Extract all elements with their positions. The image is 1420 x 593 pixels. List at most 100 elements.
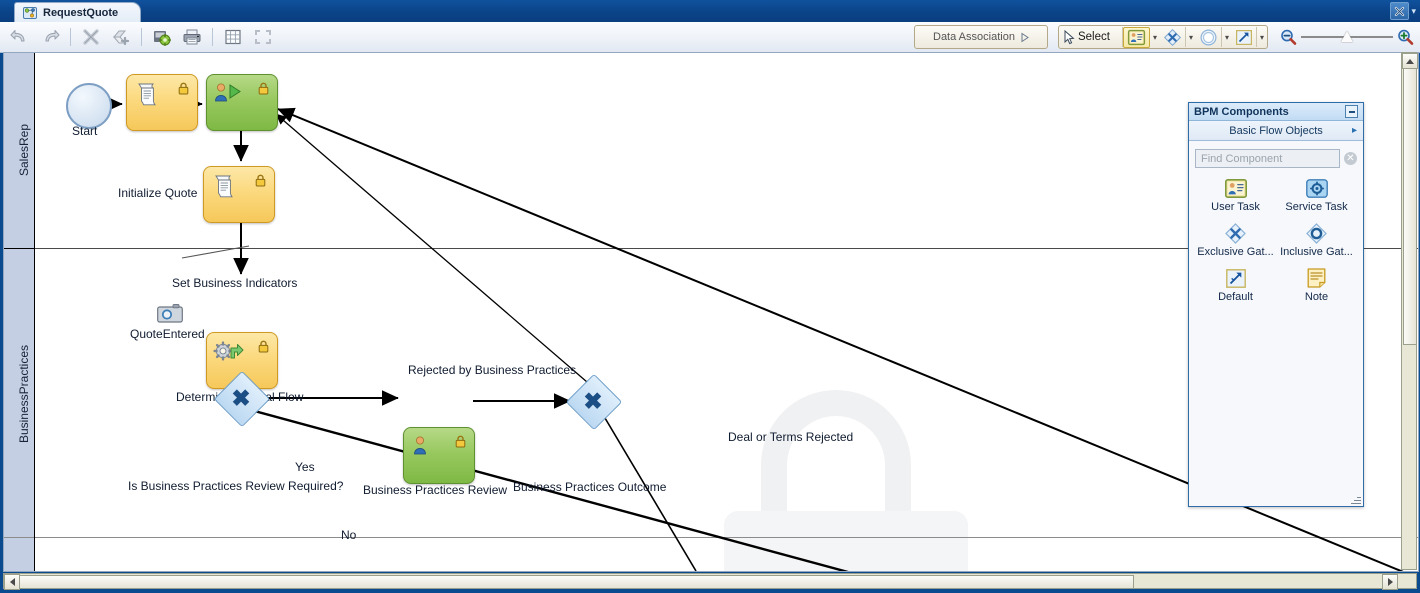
user-task-icon	[1127, 29, 1146, 45]
palette-item-label: Service Task	[1285, 201, 1348, 213]
scroll-right-button[interactable]	[1382, 574, 1398, 590]
triangle-left-icon	[9, 578, 15, 586]
user-task-caret-icon[interactable]: ▾	[1150, 33, 1160, 42]
lane-label-salesrep: SalesRep	[17, 123, 31, 177]
resize-grip-icon[interactable]	[1351, 494, 1361, 504]
window-buttons: ▾	[1390, 2, 1416, 20]
palette-item-label: Note	[1304, 291, 1329, 303]
start-event[interactable]	[66, 83, 112, 129]
task-set-business-indicators-label: Set Business Indicators	[172, 276, 298, 290]
event-tool[interactable]	[1196, 27, 1222, 47]
lane-header-column: SalesRep BusinessPractices	[4, 53, 35, 571]
flow-caret-icon[interactable]: ▾	[1257, 33, 1267, 42]
lock-icon	[258, 340, 269, 353]
zoom-in-button[interactable]	[1397, 29, 1414, 46]
snapshot-quote-entered[interactable]	[157, 303, 183, 323]
vertical-scroll-thumb[interactable]	[1403, 68, 1417, 345]
deploy-icon	[153, 31, 171, 46]
lock-icon	[255, 174, 266, 187]
palette-item-service-task[interactable]: Service Task	[1276, 177, 1357, 213]
lock-icon	[258, 82, 269, 95]
close-button[interactable]	[1390, 2, 1410, 20]
palette-item-exclusive-gateway[interactable]: Exclusive Gat...	[1195, 222, 1276, 258]
palette-item-note[interactable]: Note	[1276, 267, 1357, 303]
scroll-up-button[interactable]	[1402, 53, 1418, 69]
event-caret-icon[interactable]: ▾	[1222, 33, 1232, 42]
exclusive-gateway-icon	[1195, 222, 1276, 244]
palette-item-default-flow[interactable]: Default	[1195, 267, 1276, 303]
panel-title: BPM Components	[1194, 105, 1289, 118]
grid-icon	[225, 29, 241, 45]
x-delete-icon	[83, 29, 99, 45]
bpm-components-panel[interactable]: BPM Components Basic Flow Objects ▸ Find…	[1188, 102, 1364, 507]
delete-button[interactable]	[77, 23, 105, 51]
zoom-in-icon	[1398, 29, 1414, 45]
clear-icon[interactable]: ✕	[1344, 152, 1357, 165]
gateway-tool[interactable]	[1160, 27, 1186, 47]
zoom-out-button[interactable]	[1280, 29, 1297, 46]
zoom-controls	[1280, 29, 1414, 46]
task-set-business-indicators[interactable]	[203, 166, 275, 223]
flow-label-rejected-by-bp: Rejected by Business Practices	[408, 363, 577, 377]
horizontal-scrollbar[interactable]	[3, 573, 1417, 590]
zoom-slider[interactable]	[1301, 31, 1393, 43]
chevron-right-icon[interactable]: ▸	[1352, 125, 1357, 136]
redo-button[interactable]	[36, 23, 64, 51]
minimize-icon[interactable]	[1345, 105, 1358, 118]
horizontal-scroll-thumb[interactable]	[19, 575, 1134, 589]
deploy-button[interactable]	[148, 23, 176, 51]
play-caret-icon	[1021, 32, 1029, 42]
data-association-button[interactable]: Data Association	[913, 25, 1048, 49]
default-flow-icon	[1195, 267, 1276, 289]
zoom-slider-knob[interactable]	[1341, 31, 1353, 42]
flow-tool[interactable]	[1232, 27, 1257, 47]
gateway-caret-icon[interactable]: ▾	[1186, 33, 1196, 42]
undo-button[interactable]	[6, 23, 34, 51]
toolbar-left-group	[6, 22, 277, 52]
zoom-out-icon	[1281, 29, 1297, 45]
printer-icon	[183, 29, 201, 45]
document-tab[interactable]: RequestQuote	[14, 2, 142, 23]
select-tool[interactable]: Select	[1059, 27, 1123, 47]
palette-item-user-task[interactable]: User Task	[1195, 177, 1276, 213]
find-component-row: Find Component ✕	[1195, 149, 1357, 168]
tools-group: Select ▾ ▾ ▾ ▾	[1057, 25, 1268, 49]
user-task-icon	[1195, 177, 1276, 199]
script-task-icon	[138, 83, 156, 106]
data-association-label: Data Association	[933, 31, 1015, 43]
select-label: Select	[1077, 31, 1110, 43]
add-button[interactable]	[107, 23, 135, 51]
gateway-is-bp-review-required-label: Is Business Practices Review Required?	[128, 479, 344, 493]
flow-label-deal-or-terms-rejected: Deal or Terms Rejected	[728, 430, 854, 444]
task-enter-quote[interactable]	[206, 74, 278, 131]
undo-icon	[10, 30, 25, 42]
vertical-scrollbar[interactable]	[1401, 52, 1418, 570]
palette-item-label: Exclusive Gat...	[1197, 246, 1274, 258]
search-input[interactable]: Find Component	[1195, 149, 1340, 168]
script-task-icon	[215, 175, 233, 198]
print-button[interactable]	[178, 23, 206, 51]
user-task-tool[interactable]	[1122, 26, 1150, 48]
event-circle-icon	[1200, 28, 1217, 46]
exclusive-gateway-icon	[1163, 28, 1181, 46]
task-initialize-quote[interactable]	[126, 74, 198, 131]
palette-item-inclusive-gateway[interactable]: Inclusive Gat...	[1276, 222, 1357, 258]
palette-item-label: Default	[1218, 291, 1253, 303]
lock-icon	[455, 435, 466, 448]
panel-section-header[interactable]: Basic Flow Objects ▸	[1189, 121, 1363, 141]
scroll-left-button[interactable]	[4, 574, 20, 590]
snapshot-quote-entered-label: QuoteEntered	[130, 327, 205, 341]
toolbar-separator	[212, 28, 213, 46]
diagram-canvas[interactable]: Flow SalesRep BusinessPractices	[3, 52, 1419, 572]
start-event-label: Start	[72, 124, 98, 138]
task-business-practices-review[interactable]	[403, 427, 475, 484]
process-diagram-icon	[23, 7, 37, 19]
watermark: Flow	[704, 383, 1034, 571]
toolbar: Data Association Select ▾ ▾ ▾ ▾	[0, 22, 1420, 53]
window-menu-caret-icon[interactable]: ▾	[1411, 6, 1416, 16]
panel-title-bar: BPM Components	[1189, 103, 1363, 121]
grid-button[interactable]	[219, 23, 247, 51]
fit-button[interactable]	[249, 23, 277, 51]
service-task-icon	[1276, 177, 1357, 199]
toolbar-separator	[141, 28, 142, 46]
